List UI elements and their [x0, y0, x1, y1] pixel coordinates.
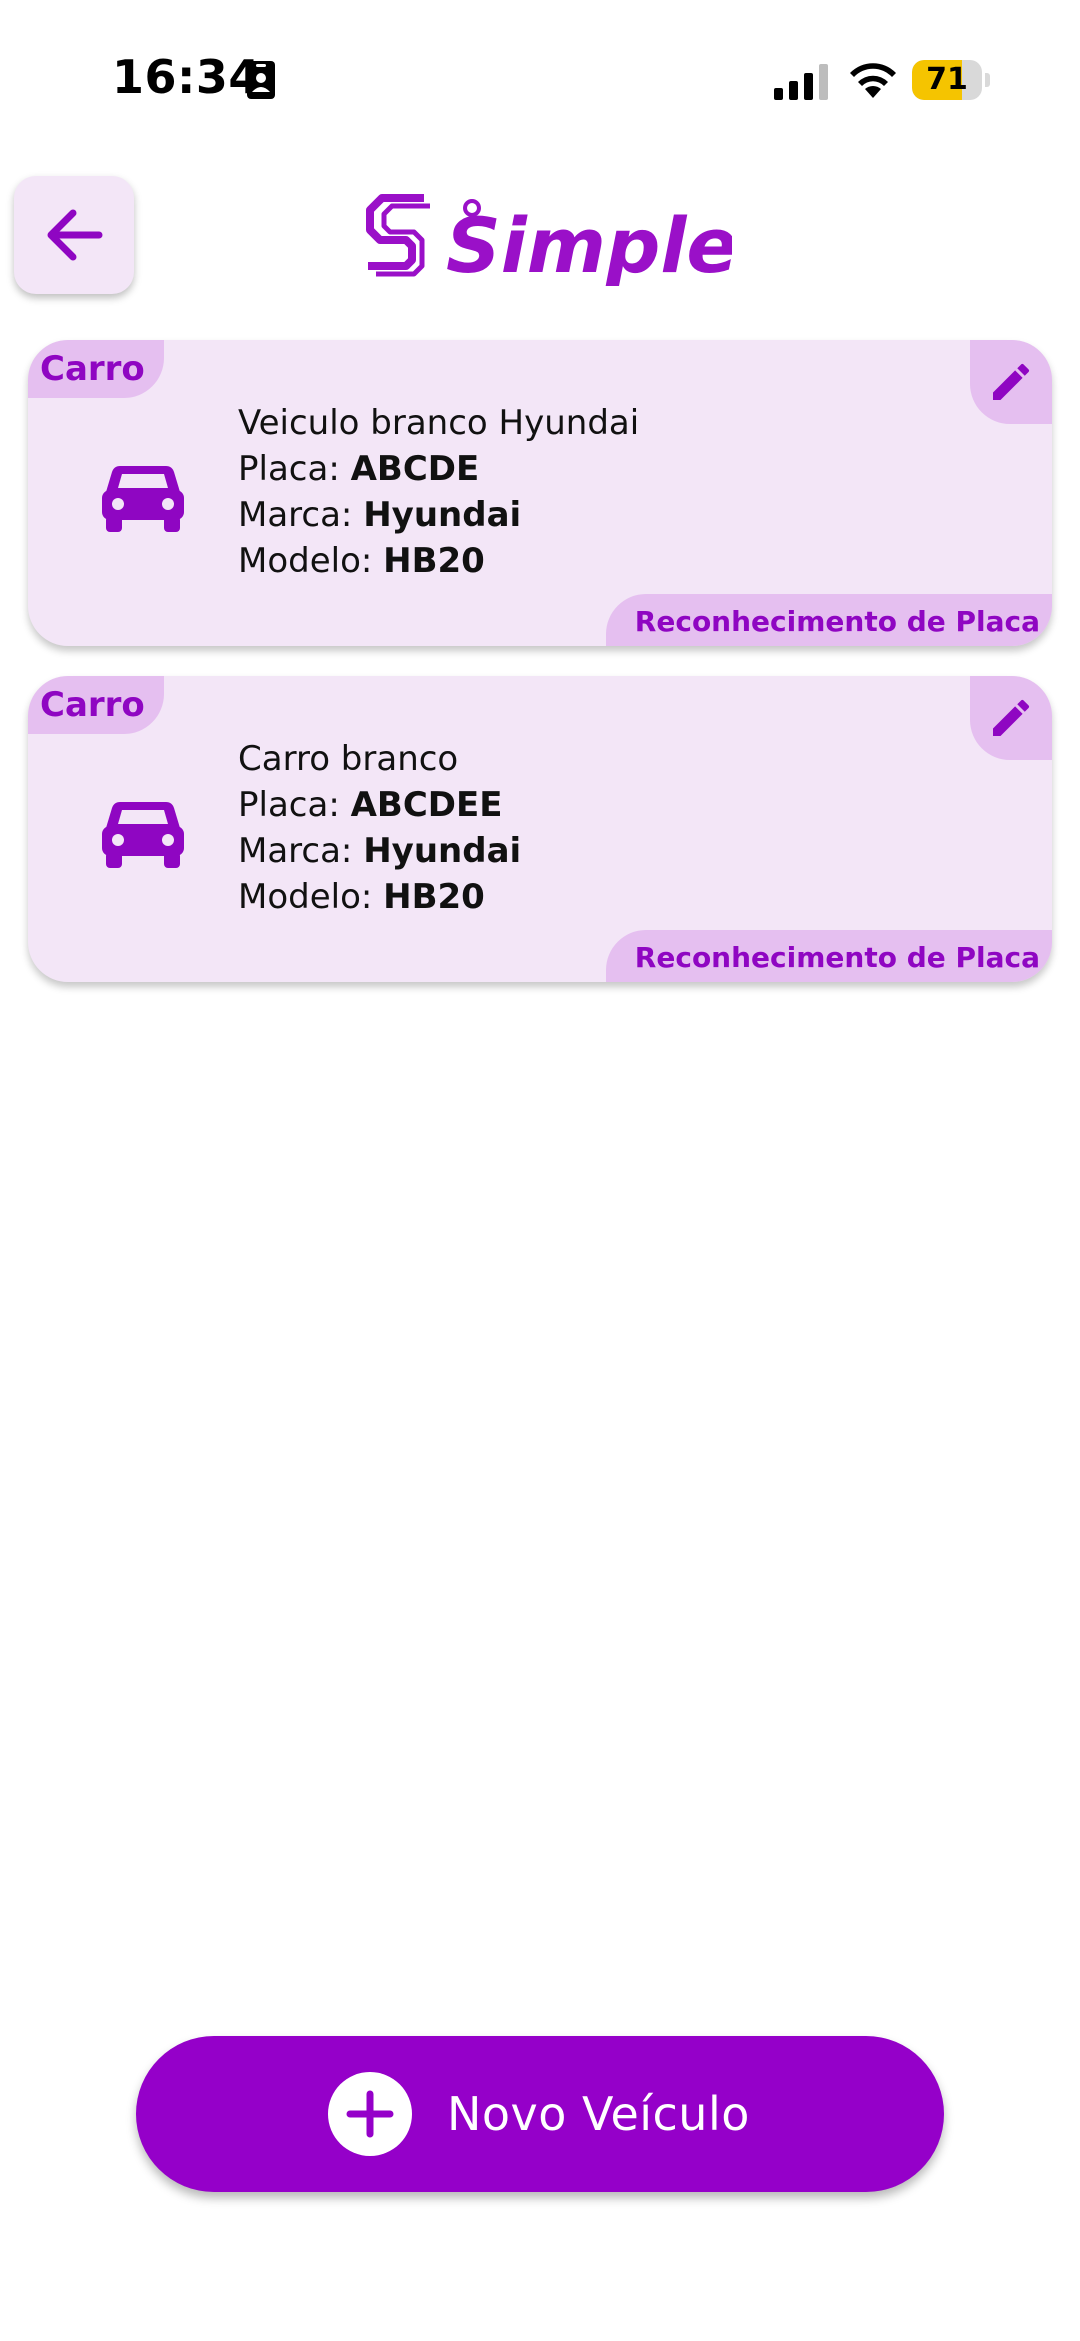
contact-card-icon [247, 61, 275, 99]
vehicle-title: Carro branco [238, 739, 459, 779]
new-vehicle-label: Novo Veículo [447, 2087, 750, 2141]
plate-label: Placa: [238, 449, 340, 489]
back-button[interactable] [14, 176, 134, 294]
simples-logo: Simples [366, 194, 732, 286]
edit-button[interactable] [970, 676, 1052, 760]
brand-label: Marca: [238, 495, 353, 535]
status-time: 16:34 [112, 50, 261, 104]
vehicle-brand-line: Marca: Hyundai [238, 492, 639, 538]
car-icon [102, 466, 184, 532]
battery-level: 71 [926, 62, 968, 97]
model-value: HB20 [383, 877, 485, 917]
vehicle-plate-line: Placa: ABCDE [238, 446, 639, 492]
model-label: Modelo: [238, 877, 373, 917]
new-vehicle-button[interactable]: Novo Veículo [136, 2036, 944, 2192]
vehicle-model-line: Modelo: HB20 [238, 874, 521, 920]
status-bar: 16:34 71 [0, 0, 1080, 160]
signal-icon [774, 64, 828, 100]
battery-icon: 71 [912, 60, 992, 100]
pencil-icon [993, 699, 1030, 736]
edit-button[interactable] [970, 340, 1052, 424]
model-value: HB20 [383, 541, 485, 581]
pencil-icon [993, 363, 1030, 400]
vehicle-title: Veiculo branco Hyundai [238, 403, 640, 443]
arrow-left-icon [47, 209, 103, 261]
vehicle-brand-line: Marca: Hyundai [238, 828, 521, 874]
plate-label: Placa: [238, 785, 340, 825]
vehicle-plate-line: Placa: ABCDEE [238, 782, 521, 828]
vehicle-type-badge: Carro [28, 340, 164, 398]
vehicle-info: Carro branco Placa: ABCDEE Marca: Hyunda… [238, 736, 521, 920]
plate-recognition-badge: Reconhecimento de Placa [606, 594, 1052, 646]
car-icon [102, 802, 184, 868]
vehicle-info: Veiculo branco Hyundai Placa: ABCDE Marc… [238, 400, 639, 584]
wifi-icon [850, 63, 896, 98]
plate-value: ABCDEE [350, 785, 503, 825]
plate-value: ABCDE [350, 449, 480, 489]
brand-label: Marca: [238, 831, 353, 871]
vehicle-card[interactable]: Carro Veiculo branco Hyundai Placa: ABCD… [28, 340, 1052, 646]
plus-circle-icon [328, 2072, 412, 2156]
vehicle-model-line: Modelo: HB20 [238, 538, 639, 584]
vehicle-type-badge: Carro [28, 676, 164, 734]
model-label: Modelo: [238, 541, 373, 581]
logo-text: Simples [446, 201, 732, 286]
brand-value: Hyundai [363, 831, 522, 871]
brand-value: Hyundai [363, 495, 522, 535]
vehicle-card[interactable]: Carro Carro branco Placa: ABCDEE Marca: … [28, 676, 1052, 982]
plate-recognition-badge: Reconhecimento de Placa [606, 930, 1052, 982]
